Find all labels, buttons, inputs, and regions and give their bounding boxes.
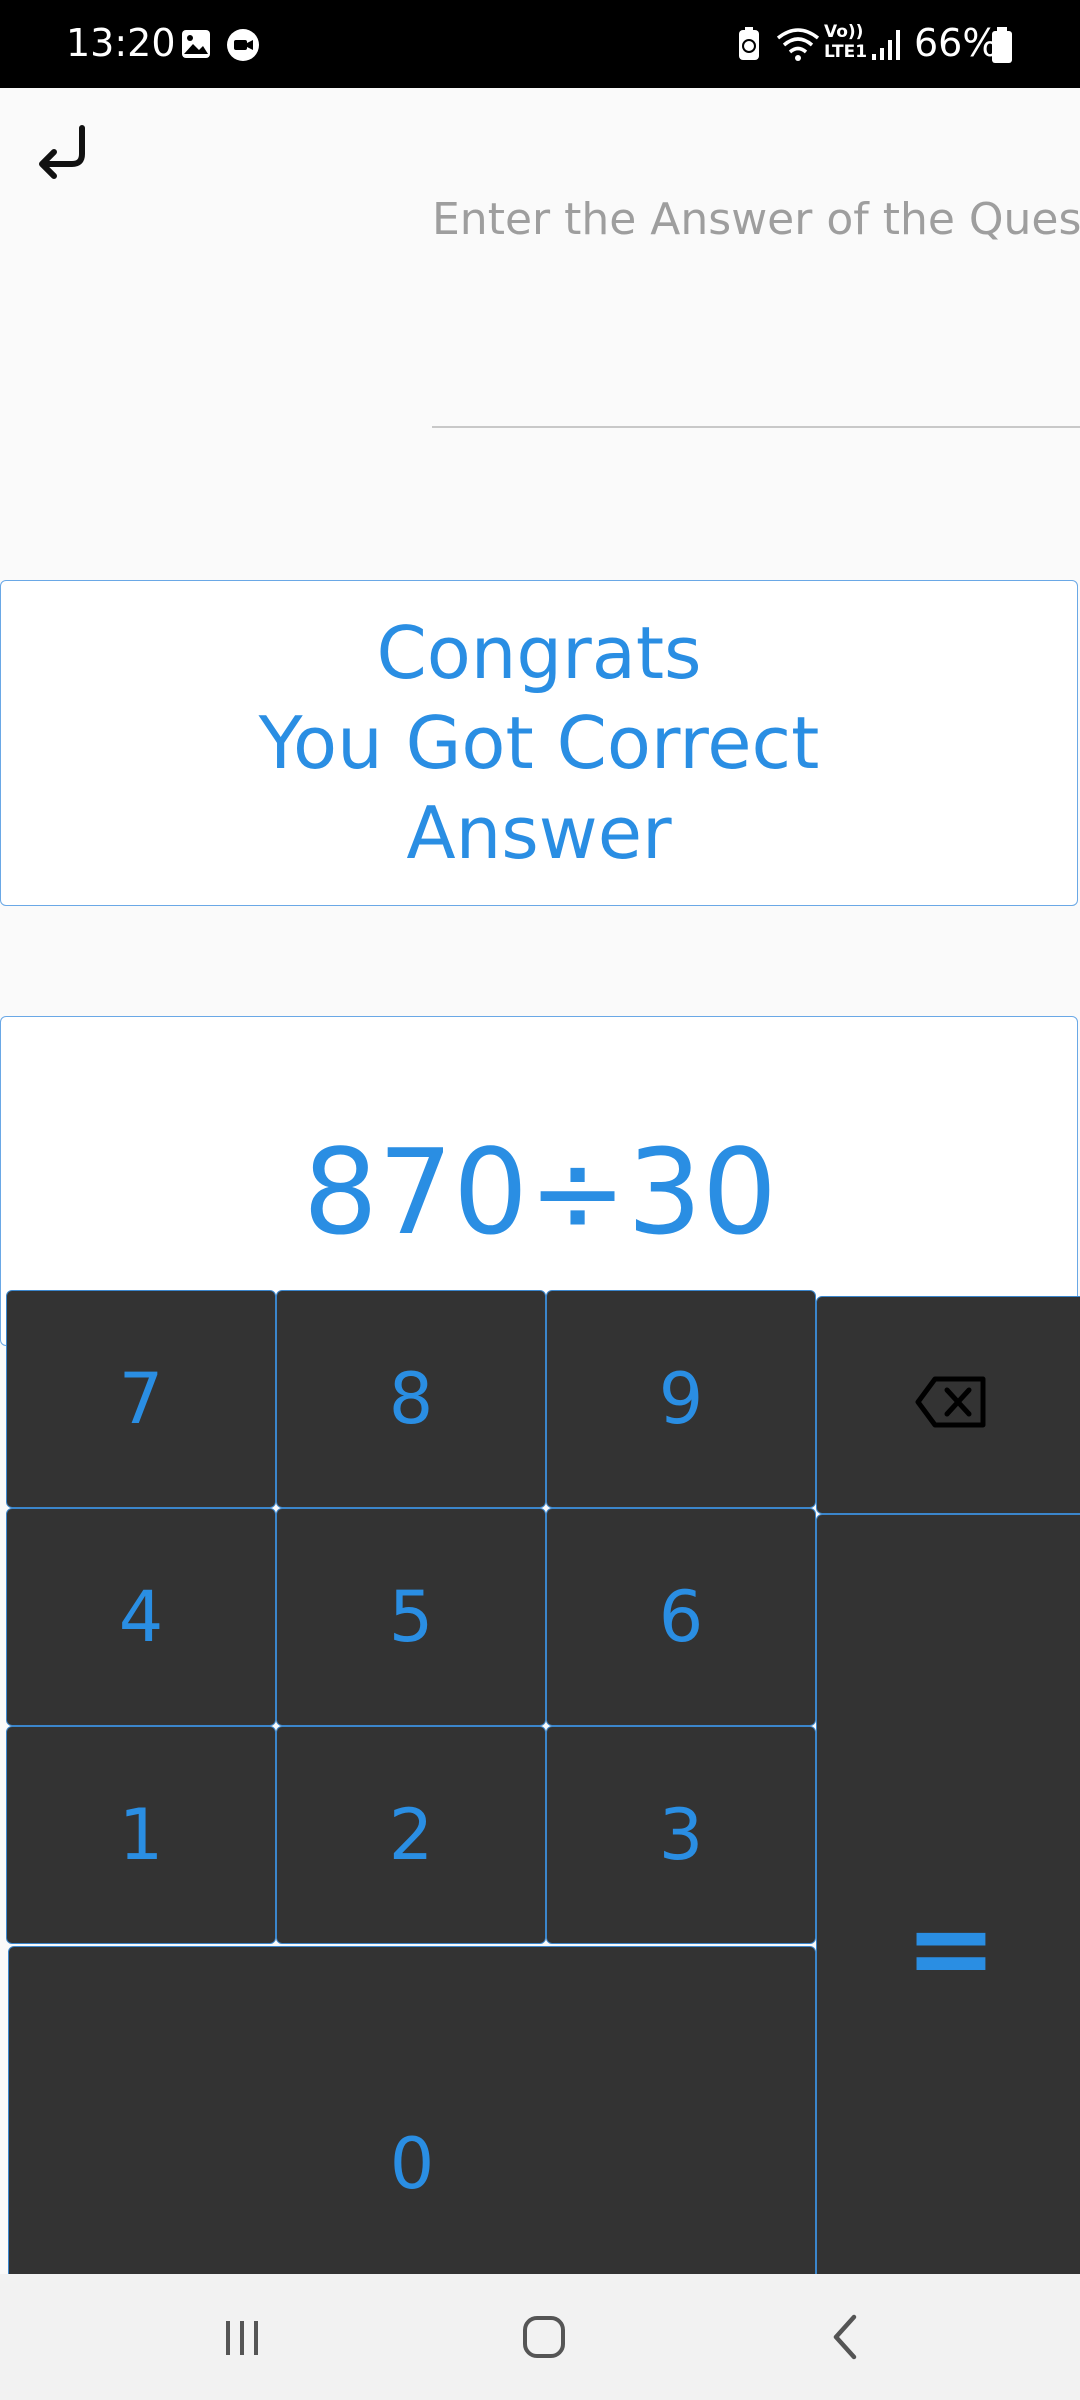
key-1[interactable]: 1 xyxy=(6,1726,276,1944)
battery-icon xyxy=(990,26,1014,68)
return-arrow-icon[interactable] xyxy=(30,118,100,188)
app-root: 13:20 Vo)) LTE1 66% Enter the Answer of … xyxy=(0,0,1080,2400)
wifi-icon xyxy=(776,26,820,66)
answer-input-underline xyxy=(432,426,1080,428)
status-bar: 13:20 Vo)) LTE1 66% xyxy=(0,0,1080,88)
signal-icon xyxy=(870,28,902,66)
status-time: 13:20 xyxy=(66,21,176,65)
gallery-icon xyxy=(180,28,212,64)
equals-button[interactable]: = xyxy=(816,1514,1080,2382)
recents-icon[interactable] xyxy=(182,2274,302,2400)
battery-saver-icon xyxy=(736,26,762,66)
back-chevron-icon[interactable] xyxy=(786,2274,906,2400)
key-9[interactable]: 9 xyxy=(546,1290,816,1508)
video-call-icon xyxy=(226,28,260,66)
key-8[interactable]: 8 xyxy=(276,1290,546,1508)
answer-input[interactable]: Enter the Answer of the Question xyxy=(432,190,1080,250)
volte-icon: Vo)) LTE1 xyxy=(824,22,868,62)
key-2[interactable]: 2 xyxy=(276,1726,546,1944)
backspace-icon xyxy=(915,1364,987,1446)
system-nav-bar xyxy=(0,2274,1080,2400)
battery-percent: 66% xyxy=(914,21,999,65)
feedback-message: Congrats You Got Correct Answer xyxy=(258,611,820,875)
key-5[interactable]: 5 xyxy=(276,1508,546,1726)
backspace-button[interactable] xyxy=(816,1296,1080,1514)
equals-label: = xyxy=(904,1884,998,2012)
key-6[interactable]: 6 xyxy=(546,1508,816,1726)
key-3[interactable]: 3 xyxy=(546,1726,816,1944)
feedback-card: Congrats You Got Correct Answer xyxy=(0,580,1078,906)
home-icon[interactable] xyxy=(484,2274,604,2400)
question-text: 870÷30 xyxy=(302,1123,778,1261)
key-7[interactable]: 7 xyxy=(6,1290,276,1508)
key-4[interactable]: 4 xyxy=(6,1508,276,1726)
